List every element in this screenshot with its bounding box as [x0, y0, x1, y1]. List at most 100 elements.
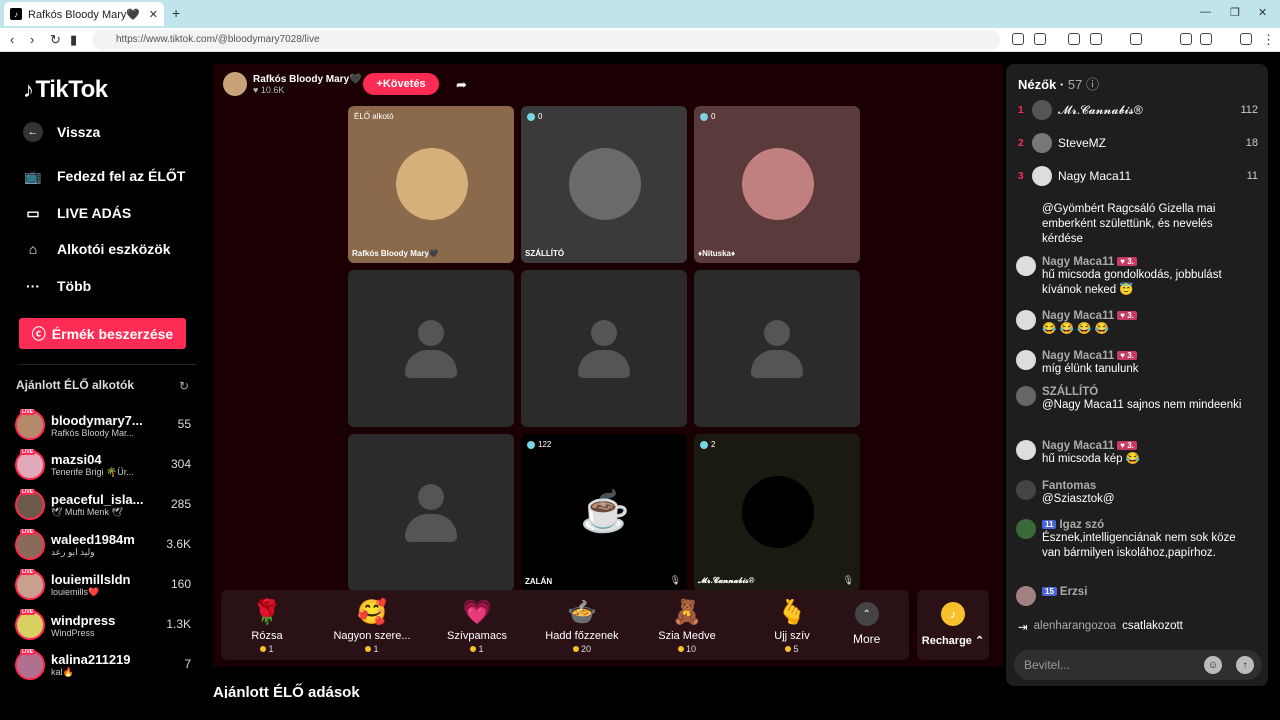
- bookmark-icon[interactable]: ▮: [70, 32, 77, 48]
- guest-cell[interactable]: [521, 270, 687, 427]
- creator-viewer-count: 3.6K: [166, 537, 191, 551]
- chat-avatar[interactable]: [1016, 480, 1036, 500]
- creator-subtitle: louiemills❤️: [51, 587, 100, 597]
- gem-icon: [700, 112, 708, 121]
- chat-avatar[interactable]: [1016, 350, 1036, 370]
- refresh-icon[interactable]: ↻: [179, 379, 189, 393]
- gift-item[interactable]: 💗 Szívpamacs 1: [431, 598, 523, 654]
- gift-item[interactable]: 🥰 Nagyon szere... 1: [326, 598, 418, 654]
- guest-badge: 2: [700, 440, 715, 449]
- gift-bar: ⌃ More 🌹 Rózsa 1 🥰 Nagyon szere... 1 💗 Szívpama…: [221, 590, 909, 660]
- chat-username[interactable]: Nagy Maca11 ♥ 3.: [1042, 440, 1140, 452]
- guest-cell[interactable]: 0 SZÁLLÍTÓ: [521, 106, 687, 263]
- get-coins-label: Érmék beszerzése: [51, 325, 174, 342]
- back-icon[interactable]: ‹: [10, 32, 14, 47]
- extension-icon[interactable]: [1090, 33, 1102, 45]
- chat-avatar[interactable]: [1016, 586, 1036, 606]
- extension-icon[interactable]: [1034, 33, 1046, 45]
- top-viewer-row[interactable]: 2 SteveMZ 18: [1018, 131, 1258, 155]
- gift-icon: 🫰: [777, 599, 807, 626]
- guest-cell[interactable]: [694, 270, 860, 427]
- chat-input-box[interactable]: Bevitel... ☺ ↑: [1014, 650, 1262, 680]
- shield-icon[interactable]: [1240, 33, 1252, 45]
- top-viewer-row[interactable]: 1 𝓜𝓻.𝓒𝓪𝓷𝓷𝓪𝓫𝓲𝓼® 112: [1018, 98, 1258, 122]
- guest-cell[interactable]: ☕ 122 ZALÁN 🎙: [521, 434, 687, 591]
- send-icon[interactable]: ↑: [1236, 656, 1254, 674]
- chat-username[interactable]: Fantomas: [1042, 480, 1115, 492]
- close-window-icon[interactable]: ✕: [1258, 6, 1267, 19]
- extension-icon[interactable]: [1068, 33, 1080, 45]
- extension-icon[interactable]: [1130, 33, 1142, 45]
- guest-cell[interactable]: ÉLŐ alkotó Rafkós Bloody Mary🖤: [348, 106, 514, 263]
- chat-avatar[interactable]: [1016, 256, 1036, 276]
- restore-icon[interactable]: ❐: [1230, 6, 1240, 19]
- host-avatar[interactable]: [223, 72, 247, 96]
- more-dots-icon: ···: [26, 278, 40, 294]
- viewer-name: Nagy Maca11: [1058, 169, 1132, 183]
- sidebar-item-more[interactable]: ··· Több: [23, 277, 91, 295]
- get-coins-button[interactable]: ⓒ Érmék beszerzése: [19, 318, 186, 349]
- gift-item[interactable]: 🌹 Rózsa 1: [221, 598, 313, 654]
- chat-avatar[interactable]: [1016, 440, 1036, 460]
- wallet-icon[interactable]: [1200, 33, 1212, 45]
- sidebar-item-explore-live[interactable]: 📺 Fedezd fel az ÉLŐT: [23, 167, 185, 185]
- chat-avatar[interactable]: [1016, 519, 1036, 539]
- recommended-creator[interactable]: LIVE louiemillsldn louiemills❤️ 160: [15, 567, 195, 603]
- new-tab-icon[interactable]: +: [172, 5, 180, 21]
- close-tab-icon[interactable]: ✕: [149, 8, 158, 21]
- recharge-button[interactable]: ♪ Recharge ⌃: [917, 590, 989, 660]
- recommended-creator[interactable]: LIVE waleed1984m وليد ابو رعد 3.6K: [15, 527, 195, 563]
- chat-username[interactable]: SZÁLLÍTÓ: [1042, 386, 1241, 398]
- host-info[interactable]: Rafkós Bloody Mary🖤 ♥ 10.6K: [223, 72, 362, 96]
- creator-name: louiemillsldn: [51, 572, 131, 587]
- chat-username[interactable]: Nagy Maca11 ♥ 3.: [1042, 350, 1139, 362]
- chat-username[interactable]: Nagy Maca11 ♥ 3.: [1042, 256, 1252, 268]
- back-link[interactable]: ← Vissza: [23, 122, 100, 142]
- sidebar-item-live[interactable]: ▭ LIVE ADÁS: [23, 204, 131, 222]
- sidebar-icon[interactable]: [1180, 33, 1192, 45]
- follow-button[interactable]: + Követés: [363, 73, 439, 95]
- chat-username[interactable]: Nagy Maca11 ♥ 3.: [1042, 310, 1137, 322]
- more-gifts-button[interactable]: ⌃ More: [853, 602, 880, 646]
- guest-cell[interactable]: [348, 270, 514, 427]
- gift-item[interactable]: 🍲 Hadd főzzenek 20: [536, 598, 628, 654]
- recommended-creator[interactable]: LIVE windpress WindPress 1.3K: [15, 607, 195, 643]
- gift-item[interactable]: 🫰 Ujj szív 5: [746, 598, 838, 654]
- address-bar[interactable]: https://www.tiktok.com/@bloodymary7028/l…: [92, 30, 1000, 50]
- gift-price-value: 20: [580, 644, 591, 654]
- fan-level-value: 3.: [1127, 257, 1134, 267]
- chat-username[interactable]: 15 Erzsi: [1042, 586, 1087, 598]
- chat-message: Nagy Maca11 ♥ 3. míg élünk tanulunk: [1016, 350, 1252, 377]
- tiktok-logo[interactable]: ♪TikTok: [23, 76, 108, 104]
- guest-badge: 0: [527, 112, 542, 121]
- emoji-icon[interactable]: ☺: [1204, 656, 1222, 674]
- chat-input[interactable]: Bevitel...: [1024, 658, 1070, 672]
- minimize-icon[interactable]: —: [1200, 6, 1211, 18]
- guest-cell[interactable]: [348, 434, 514, 591]
- recommended-creator[interactable]: LIVE mazsi04 Tenerife Brigi 🌴Ür... 304: [15, 447, 195, 483]
- reload-icon[interactable]: ↻: [50, 32, 61, 48]
- menu-icon[interactable]: ⋮: [1262, 32, 1275, 48]
- gift-item[interactable]: 🧸 Szia Medve 10: [641, 598, 733, 654]
- recommended-creator[interactable]: LIVE bloodymary7... Rafkós Bloody Mar... 55: [15, 407, 195, 443]
- viewer-rank: 2: [1018, 137, 1024, 149]
- chat-username[interactable]: 11 Igaz szó: [1042, 519, 1252, 531]
- creator-name: kalina211219: [51, 652, 131, 667]
- viewers-heading[interactable]: Nézők · 57 ⓘ: [1018, 74, 1099, 93]
- forward-icon[interactable]: ›: [30, 32, 34, 47]
- join-user[interactable]: alenharangozoa: [1034, 620, 1117, 634]
- guest-cell[interactable]: 0 ♦Nituska♦: [694, 106, 860, 263]
- chat-avatar[interactable]: [1016, 310, 1036, 330]
- recommended-creator[interactable]: LIVE kalina211219 kal🔥 7: [15, 647, 195, 683]
- guest-badge-text: 0: [711, 112, 716, 121]
- extension-icon[interactable]: [1012, 33, 1024, 45]
- chat-username-text: Nagy Maca11: [1042, 350, 1115, 362]
- recommended-creator[interactable]: LIVE peaceful_isla... 🕊 Mufti Menk 🕊 285: [15, 487, 195, 523]
- info-icon[interactable]: ⓘ: [1086, 77, 1099, 92]
- guest-cell[interactable]: 2 𝓜𝓻.𝓒𝓪𝓷𝓷𝓪𝓫𝓲𝓼® 🎙: [694, 434, 860, 591]
- share-icon[interactable]: ➦: [456, 77, 467, 93]
- top-viewer-row[interactable]: 3 Nagy Maca11 11: [1018, 164, 1258, 188]
- chat-avatar[interactable]: [1016, 386, 1036, 406]
- browser-tab[interactable]: ♪ Rafkós Bloody Mary🖤 (@blo ✕: [4, 2, 164, 26]
- sidebar-item-creator-tools[interactable]: ⌂ Alkotói eszközök: [23, 240, 171, 258]
